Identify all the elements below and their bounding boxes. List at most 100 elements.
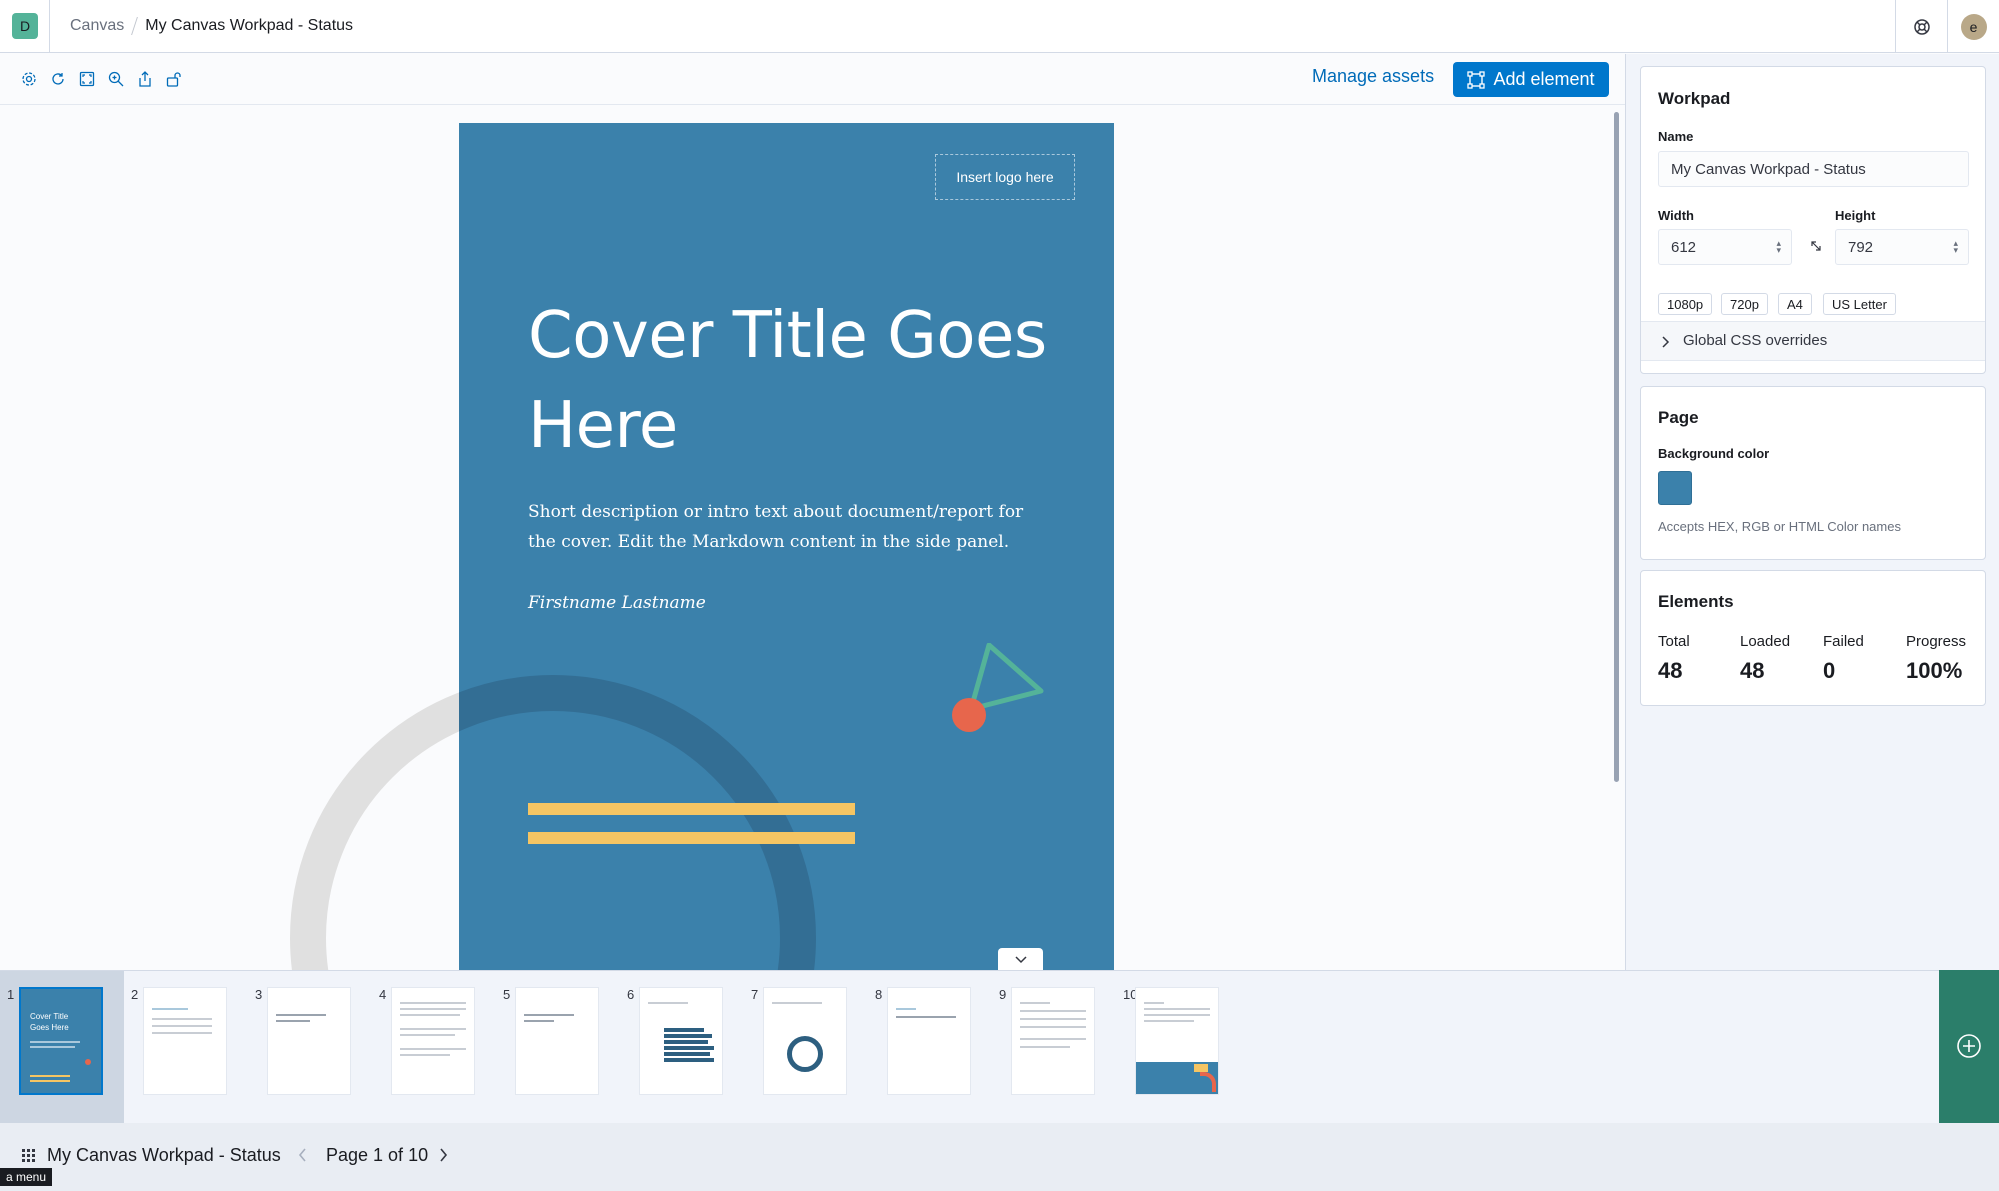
name-field-value: My Canvas Workpad - Status [1671,160,1866,178]
workpad-title: Workpad [1658,89,1731,108]
thumbnail-number: 6 [627,987,635,1002]
global-css-overrides-label: Global CSS overrides [1683,332,1828,349]
background-color-swatch[interactable] [1658,471,1692,505]
collapse-page-strip-button[interactable] [998,948,1043,970]
cover-title[interactable]: Cover Title Goes Here [528,291,1048,471]
preset-720p-button[interactable]: 720p [1721,293,1768,315]
thumbnail-preview [887,987,971,1095]
page-thumbnail-strip: 1 Cover Title Goes Here 2 3 4 5 6 7 8 9 … [0,970,1999,1124]
global-css-overrides-toggle[interactable]: Global CSS overrides [1641,321,1985,361]
thumbnail-preview: Cover Title Goes Here [19,987,103,1095]
zoom-icon[interactable] [107,70,125,88]
yellow-bar-bottom[interactable] [528,832,855,844]
breadcrumb-separator [131,17,139,35]
page-thumbnail[interactable]: 9 [992,971,1116,1124]
chevron-down-icon [1014,956,1027,964]
loaded-label: Loaded [1740,633,1791,650]
page-thumbnail[interactable]: 4 [372,971,496,1124]
footer-workpad-name[interactable]: My Canvas Workpad - Status [47,1145,281,1166]
help-button[interactable] [1895,0,1947,53]
apps-grid-icon[interactable] [22,1149,36,1163]
add-element-icon [1467,70,1486,89]
refresh-icon[interactable] [49,70,67,88]
thumbnail-number: 5 [503,987,511,1002]
space-avatar[interactable]: D [12,13,38,39]
user-menu-button[interactable]: e [1947,0,1999,53]
cover-description[interactable]: Short description or intro text about do… [528,497,1048,557]
workpad-canvas[interactable]: Insert logo here Cover Title Goes Here S… [0,105,1626,970]
thumbnail-preview [1011,987,1095,1095]
preset-us-letter-button[interactable]: US Letter [1823,293,1896,315]
cover-author[interactable]: Firstname Lastname [528,593,706,613]
page-thumbnail[interactable]: 6 [620,971,744,1124]
preset-1080p-button[interactable]: 1080p [1658,293,1713,315]
workpad-card: Workpad Name My Canvas Workpad - Status … [1640,66,1986,374]
manage-assets-link[interactable]: Manage assets [1312,66,1434,87]
breadcrumb-current: My Canvas Workpad - Status [145,17,354,34]
width-value: 612 [1671,238,1697,256]
shapes-graphic[interactable] [949,643,1049,743]
height-stepper[interactable]: ▴ ▾ [1953,239,1958,255]
menu-tooltip: a menu [0,1168,53,1186]
page-thumbnail[interactable]: 1 Cover Title Goes Here [0,971,124,1124]
height-value: 792 [1848,238,1874,256]
sidebar-panel: Workpad Name My Canvas Workpad - Status … [1626,54,1999,970]
thumbnail-number: 4 [379,987,387,1002]
share-icon[interactable] [136,70,154,88]
fullscreen-icon[interactable] [78,70,96,88]
page-thumbnail[interactable]: 7 [744,971,868,1124]
thumbnail-preview [515,987,599,1095]
total-value: 48 [1658,658,1683,683]
width-input[interactable]: 612 ▴ ▾ [1658,229,1792,265]
thumbnail-number: 9 [999,987,1007,1002]
width-label: Width [1658,208,1694,223]
add-element-label: Add element [1493,69,1595,89]
page-card: Page Background color Accepts HEX, RGB o… [1640,386,1986,560]
add-element-button[interactable]: Add element [1453,62,1609,97]
gear-icon[interactable] [20,70,38,88]
page-thumbnail[interactable]: 3 [248,971,372,1124]
add-page-button[interactable] [1939,969,1999,1123]
workpad-page[interactable]: Insert logo here Cover Title Goes Here S… [459,123,1114,970]
logo-placeholder[interactable]: Insert logo here [935,154,1075,200]
page-thumbnail[interactable]: 2 [124,971,248,1124]
failed-label: Failed [1823,633,1864,650]
page-thumbnail[interactable]: 10 [1116,971,1240,1124]
background-color-label: Background color [1658,446,1770,461]
header-divider [49,0,50,53]
yellow-bar-top[interactable] [528,803,855,815]
background-color-hint: Accepts HEX, RGB or HTML Color names [1658,519,1901,534]
workpad-toolbar: Manage assets Add element [0,54,1626,105]
name-label: Name [1658,129,1694,144]
avatar: e [1960,13,1987,40]
unlock-icon[interactable] [165,70,183,88]
thumbnail-number: 3 [255,987,263,1002]
width-stepper[interactable]: ▴ ▾ [1776,239,1781,255]
canvas-scrollbar[interactable] [1614,112,1619,782]
workpad-footer: My Canvas Workpad - Status Page 1 of 10 [0,1123,1999,1191]
elements-card: Elements Total 48 Loaded 48 Failed 0 Pro… [1640,570,1986,706]
elements-title: Elements [1658,592,1734,611]
chevron-right-icon [1662,336,1670,348]
thumbnail-preview [1135,987,1219,1095]
page-indicator: Page 1 of 10 [326,1145,429,1165]
thumbnail-number: 8 [875,987,883,1002]
thumbnail-number: 1 [7,987,15,1002]
preset-a4-button[interactable]: A4 [1778,293,1812,315]
chevron-left-icon[interactable] [297,1147,309,1163]
height-input[interactable]: 792 ▴ ▾ [1835,229,1969,265]
thumbnail-preview [763,987,847,1095]
progress-label: Progress [1906,633,1967,650]
chevron-right-icon[interactable] [437,1147,449,1163]
thumbnail-number: 7 [751,987,759,1002]
progress-value: 100% [1906,658,1963,683]
page-thumbnail[interactable]: 5 [496,971,620,1124]
page-thumbnail[interactable]: 8 [868,971,992,1124]
breadcrumb-canvas[interactable]: Canvas [70,17,124,35]
plus-circle-icon [1957,1034,1981,1058]
swap-dimensions-icon[interactable] [1809,239,1823,253]
app-header: D Canvas My Canvas Workpad - Status e [0,0,1999,53]
name-field[interactable]: My Canvas Workpad - Status [1658,151,1969,187]
loaded-value: 48 [1740,658,1765,683]
thumbnail-preview [143,987,227,1095]
